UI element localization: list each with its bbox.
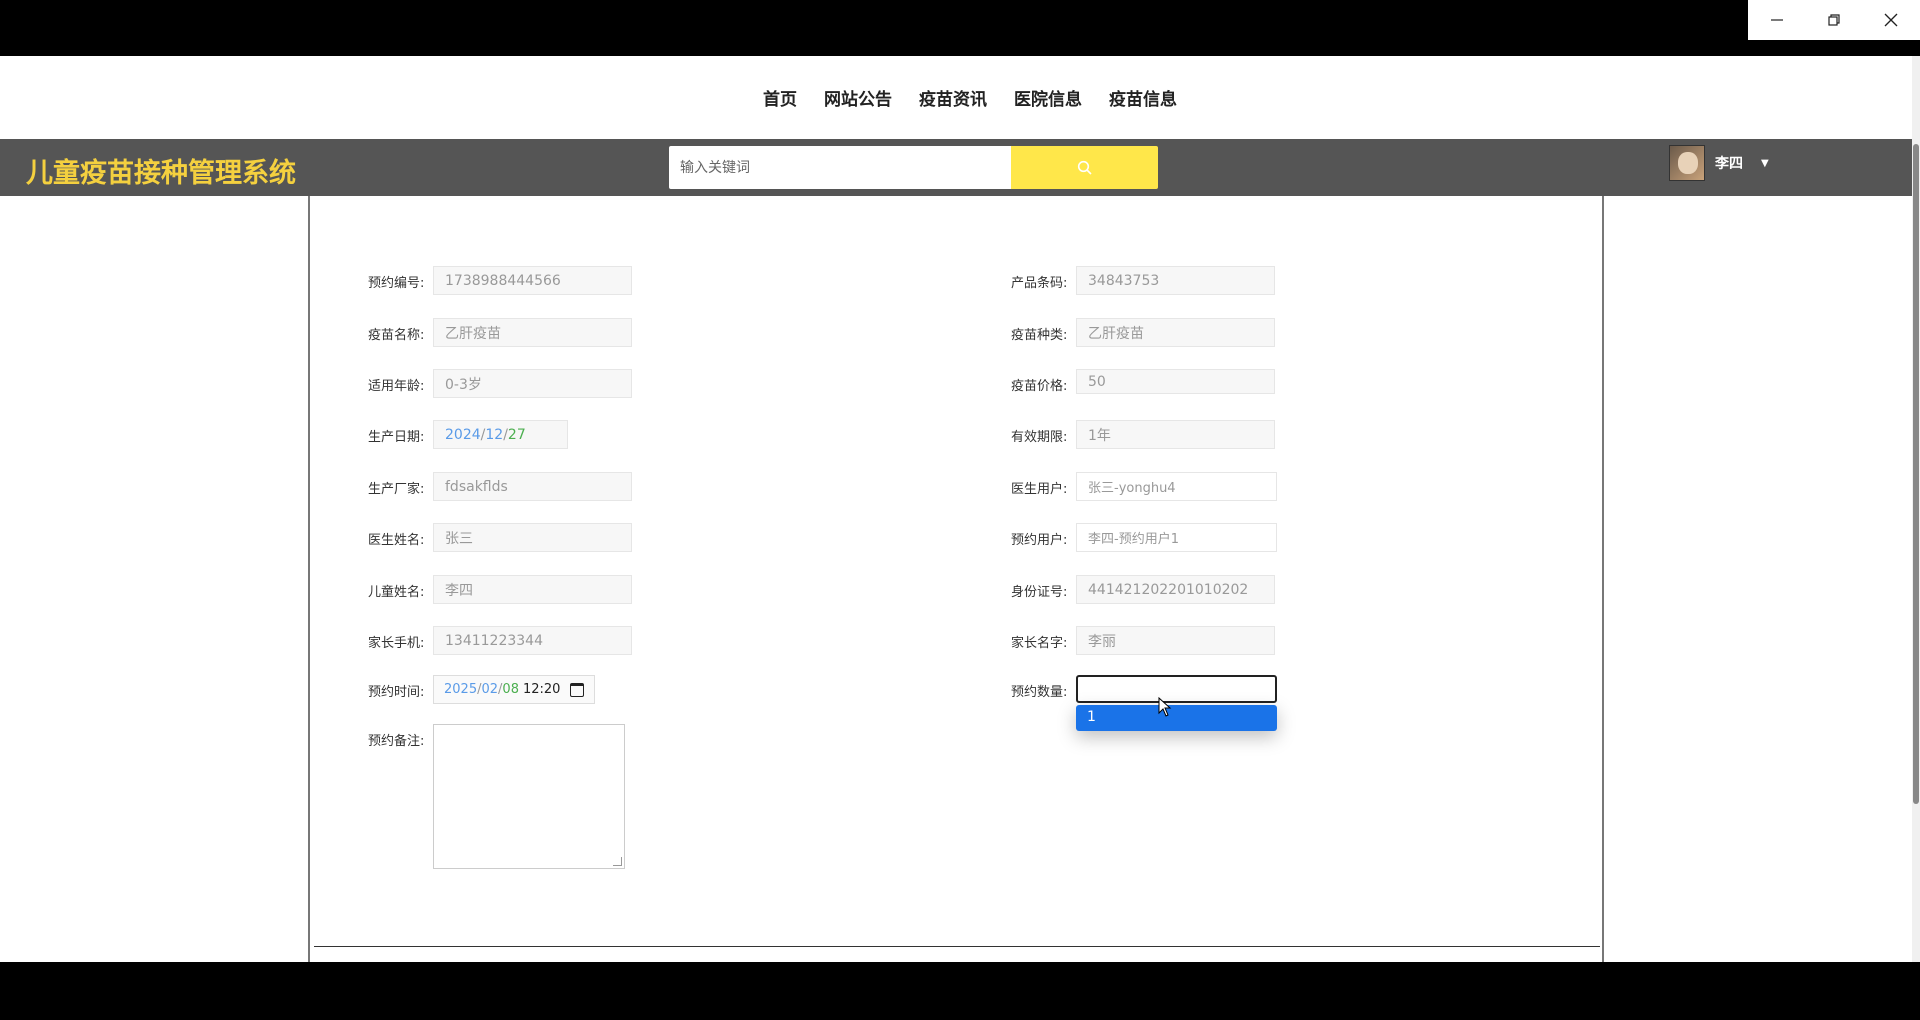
quantity-dropdown-option[interactable]: 1 (1076, 705, 1277, 731)
field-price: 疫苗价格: 50 (1011, 369, 1275, 394)
calendar-icon[interactable] (570, 682, 584, 697)
field-vaccine-type: 疫苗种类: 乙肝疫苗 (1011, 318, 1275, 347)
field-booking-user: 预约用户: 李四-预约用户1 (1011, 523, 1277, 552)
search-bar (669, 146, 1158, 189)
price-input[interactable]: 50 (1076, 369, 1275, 394)
field-label: 疫苗种类: (1011, 328, 1068, 343)
manufacturer-input[interactable]: fdsakflds (433, 472, 632, 501)
date-day: 08 (502, 682, 519, 697)
date-year: 2025 (444, 682, 478, 697)
vaccine-name-input[interactable]: 乙肝疫苗 (433, 318, 632, 347)
child-name-input[interactable]: 李四 (433, 575, 632, 604)
field-label: 预约用户: (1011, 533, 1068, 548)
vaccine-type-input[interactable]: 乙肝疫苗 (1076, 318, 1275, 347)
time-value: 12:20 (522, 682, 561, 697)
field-id-number: 身份证号: 441421202201010202 (1011, 575, 1275, 604)
search-input[interactable] (669, 146, 1011, 189)
window-titlebar (0, 0, 1920, 56)
nav-home[interactable]: 首页 (763, 85, 797, 110)
field-doctor-name: 医生姓名: 张三 (368, 523, 632, 552)
age-input[interactable]: 0-3岁 (433, 369, 632, 398)
remarks-textarea[interactable] (433, 724, 625, 869)
id-number-input[interactable]: 441421202201010202 (1076, 575, 1275, 604)
field-booking-no: 预约编号: 1738988444566 (368, 266, 632, 295)
doctor-user-select[interactable]: 张三-yonghu4 (1076, 472, 1277, 501)
divider (314, 946, 1600, 947)
search-icon (1077, 160, 1092, 175)
field-label: 生产日期: (368, 430, 425, 445)
restore-icon[interactable] (1805, 0, 1862, 40)
bottom-bar (0, 962, 1920, 1020)
field-vaccine-name: 疫苗名称: 乙肝疫苗 (368, 318, 632, 347)
field-label: 适用年龄: (368, 379, 425, 394)
date-year: 2024 (445, 426, 481, 443)
date-month: 12 (485, 426, 504, 443)
booking-time-input[interactable]: 2025/02/08 12:20 (433, 675, 595, 704)
user-menu[interactable]: 李四 ▼ (1669, 145, 1769, 181)
field-booking-time: 预约时间: 2025/02/08 12:20 (368, 675, 595, 704)
top-nav: 首页 网站公告 疫苗资讯 医院信息 疫苗信息 (0, 56, 1920, 139)
header-bar: 儿童疫苗接种管理系统 李四 ▼ (0, 139, 1912, 196)
booking-user-select[interactable]: 李四-预约用户1 (1076, 523, 1277, 552)
field-quantity: 预约数量: (1011, 675, 1277, 703)
page: 首页 网站公告 疫苗资讯 医院信息 疫苗信息 儿童疫苗接种管理系统 李四 ▼ 预… (0, 56, 1920, 962)
field-barcode: 产品条码: 34843753 (1011, 266, 1275, 295)
nav-hospital-info[interactable]: 医院信息 (1014, 85, 1082, 110)
close-icon[interactable] (1862, 0, 1919, 40)
date-day: 27 (507, 426, 526, 443)
field-label: 家长手机: (368, 636, 425, 651)
window-controls (1748, 0, 1920, 40)
nav-vaccine-info[interactable]: 疫苗信息 (1109, 85, 1177, 110)
site-logo[interactable]: 儿童疫苗接种管理系统 (26, 151, 296, 190)
booking-form: 预约编号: 1738988444566 疫苗名称: 乙肝疫苗 适用年龄: 0-3… (308, 196, 1604, 962)
field-label: 预约备注: (368, 734, 425, 749)
field-label: 家长名字: (1011, 636, 1068, 651)
field-manufacturer: 生产厂家: fdsakflds (368, 472, 632, 501)
avatar[interactable] (1669, 145, 1705, 181)
field-label: 身份证号: (1011, 585, 1068, 600)
field-remarks: 预约备注: (368, 724, 625, 869)
field-parent-name: 家长名字: 李丽 (1011, 626, 1275, 655)
field-child-name: 儿童姓名: 李四 (368, 575, 632, 604)
booking-no-input[interactable]: 1738988444566 (433, 266, 632, 295)
field-label: 儿童姓名: (368, 585, 425, 600)
field-label: 预约数量: (1011, 685, 1068, 700)
field-label: 医生姓名: (368, 533, 425, 548)
parent-name-input[interactable]: 李丽 (1076, 626, 1275, 655)
field-label: 产品条码: (1011, 276, 1068, 291)
scrollbar-thumb[interactable] (1913, 144, 1919, 804)
field-validity: 有效期限: 1年 (1011, 420, 1275, 449)
nav-vaccine-news[interactable]: 疫苗资讯 (919, 85, 987, 110)
production-date-input[interactable]: 2024/12/27 (433, 420, 568, 449)
field-label: 疫苗价格: (1011, 379, 1068, 394)
validity-input[interactable]: 1年 (1076, 420, 1275, 449)
user-name: 李四 (1715, 156, 1743, 172)
caret-down-icon[interactable]: ▼ (1761, 158, 1769, 169)
doctor-name-input[interactable]: 张三 (433, 523, 632, 552)
field-label: 预约编号: (368, 276, 425, 291)
field-parent-phone: 家长手机: 13411223344 (368, 626, 632, 655)
field-label: 有效期限: (1011, 430, 1068, 445)
scrollbar[interactable] (1912, 56, 1920, 962)
field-label: 疫苗名称: (368, 328, 425, 343)
parent-phone-input[interactable]: 13411223344 (433, 626, 632, 655)
search-button[interactable] (1011, 146, 1158, 189)
mouse-cursor-icon (1158, 697, 1172, 717)
barcode-input[interactable]: 34843753 (1076, 266, 1275, 295)
field-label: 生产厂家: (368, 482, 425, 497)
field-doctor-user: 医生用户: 张三-yonghu4 (1011, 472, 1277, 501)
minimize-icon[interactable] (1748, 0, 1805, 40)
field-age: 适用年龄: 0-3岁 (368, 369, 632, 398)
nav-announcements[interactable]: 网站公告 (824, 85, 892, 110)
field-production-date: 生产日期: 2024/12/27 (368, 420, 568, 449)
field-label: 医生用户: (1011, 482, 1068, 497)
field-label: 预约时间: (368, 685, 425, 700)
date-month: 02 (481, 682, 499, 697)
quantity-select[interactable] (1076, 675, 1277, 703)
